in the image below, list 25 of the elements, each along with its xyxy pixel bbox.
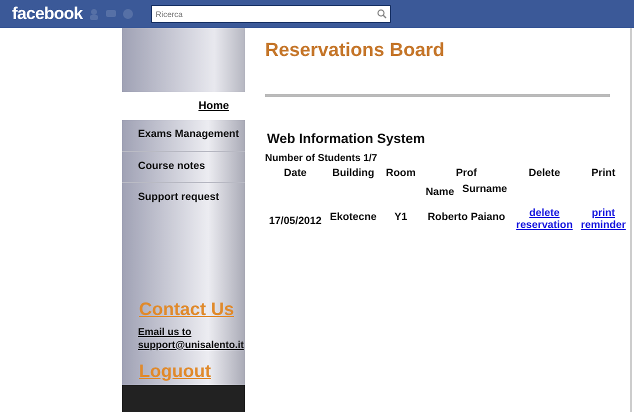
table-cell: Y1 xyxy=(394,211,408,224)
table-cell: Ekotecne xyxy=(330,211,377,224)
delete-link[interactable]: delete reservation xyxy=(516,208,573,232)
column-header: Name xyxy=(426,184,454,200)
section-title: Web Information System xyxy=(267,130,426,148)
page-title: Reservations Board xyxy=(265,39,446,63)
column-header: Delete xyxy=(528,166,560,179)
print-link[interactable]: print reminder xyxy=(580,208,626,232)
table-cell: 17/05/2012 xyxy=(269,215,322,228)
sidebar-item[interactable]: Exams Management xyxy=(122,120,245,152)
sidebar-item[interactable]: Course notes xyxy=(122,152,245,184)
column-header: Prof xyxy=(456,166,477,179)
column-header: Room xyxy=(386,166,416,179)
sidebar-item[interactable]: Support request xyxy=(122,183,245,214)
search-field[interactable]: Ricerca xyxy=(150,5,391,23)
column-header: Print xyxy=(591,166,616,179)
logo[interactable]: facebook xyxy=(12,1,83,27)
home-link[interactable]: Home xyxy=(122,92,245,120)
students-count: Number of Students 1/7 xyxy=(265,152,378,166)
column-header: Date xyxy=(284,166,307,179)
column-header: Building xyxy=(332,166,374,179)
search-icon[interactable] xyxy=(376,9,387,19)
column-header: Surname xyxy=(462,182,508,196)
email-link[interactable]: Email us to support@unisalento.it xyxy=(138,327,245,352)
table-cell: Roberto Paiano xyxy=(428,211,506,224)
